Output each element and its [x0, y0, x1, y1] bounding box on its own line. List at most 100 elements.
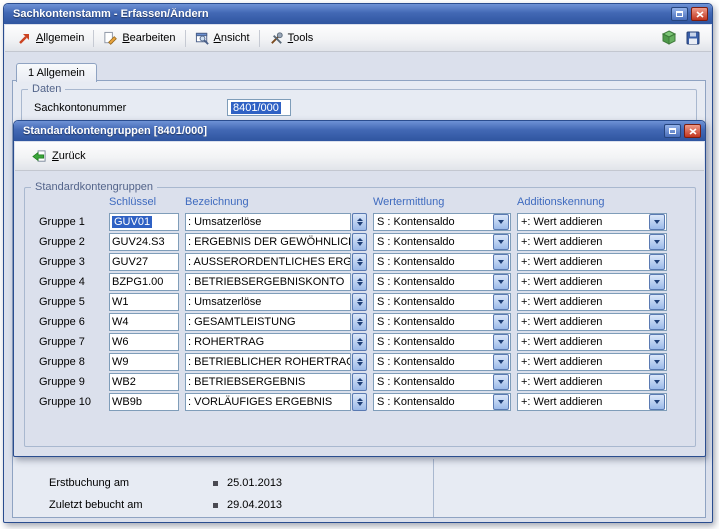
dropdown-button[interactable]: [493, 314, 509, 330]
dropdown-button[interactable]: [493, 374, 509, 390]
menu-tools[interactable]: Tools: [262, 28, 321, 49]
lookup-spin-button[interactable]: [352, 233, 367, 251]
additionskennung-text: +: Wert addieren: [518, 396, 649, 408]
bezeichnung-field[interactable]: : GESAMTLEISTUNG: [185, 313, 351, 331]
schluessel-input[interactable]: WB9b: [109, 393, 179, 411]
dropdown-button[interactable]: [649, 354, 665, 370]
wertermittlung-text: S : Kontensaldo: [374, 296, 493, 308]
tab-allgemein[interactable]: 1 Allgemein: [16, 63, 97, 82]
schluessel-input[interactable]: W9: [109, 353, 179, 371]
additionskennung-select[interactable]: +: Wert addieren: [517, 313, 667, 331]
additionskennung-select[interactable]: +: Wert addieren: [517, 213, 667, 231]
zurueck-button[interactable]: Zurück: [23, 146, 94, 167]
chevron-down-icon: [498, 240, 504, 244]
schluessel-input[interactable]: W1: [109, 293, 179, 311]
save-button[interactable]: [681, 27, 705, 49]
dropdown-button[interactable]: [493, 274, 509, 290]
kontengruppe-row: Gruppe 4 BZPG1.00 : BETRIEBSERGEBNISKONT…: [39, 273, 695, 291]
schluessel-input[interactable]: WB2: [109, 373, 179, 391]
package-button[interactable]: [657, 27, 681, 49]
dropdown-button[interactable]: [493, 354, 509, 370]
main-titlebar[interactable]: Sachkontenstamm - Erfassen/Ändern: [4, 4, 712, 24]
additionskennung-select[interactable]: +: Wert addieren: [517, 333, 667, 351]
bezeichnung-field[interactable]: : BETRIEBSERGEBNISKONTO: [185, 273, 351, 291]
bezeichnung-field[interactable]: : Umsatzerlöse: [185, 293, 351, 311]
schluessel-input[interactable]: GUV24.S3: [109, 233, 179, 251]
wertermittlung-select[interactable]: S : Kontensaldo: [373, 293, 511, 311]
additionskennung-select[interactable]: +: Wert addieren: [517, 373, 667, 391]
spin-up-icon: [357, 398, 363, 401]
menu-allgemein[interactable]: Allgemein: [11, 28, 91, 48]
lookup-spin-button[interactable]: [352, 353, 367, 371]
dropdown-button[interactable]: [649, 274, 665, 290]
lookup-spin-button[interactable]: [352, 393, 367, 411]
lookup-spin-button[interactable]: [352, 373, 367, 391]
dropdown-button[interactable]: [493, 254, 509, 270]
wertermittlung-select[interactable]: S : Kontensaldo: [373, 393, 511, 411]
wertermittlung-select[interactable]: S : Kontensaldo: [373, 273, 511, 291]
wertermittlung-select[interactable]: S : Kontensaldo: [373, 373, 511, 391]
wertermittlung-select[interactable]: S : Kontensaldo: [373, 313, 511, 331]
schluessel-input[interactable]: BZPG1.00: [109, 273, 179, 291]
dropdown-button[interactable]: [493, 394, 509, 410]
schluessel-input[interactable]: W6: [109, 333, 179, 351]
additionskennung-select[interactable]: +: Wert addieren: [517, 273, 667, 291]
wertermittlung-text: S : Kontensaldo: [374, 336, 493, 348]
wertermittlung-text: S : Kontensaldo: [374, 216, 493, 228]
wertermittlung-select[interactable]: S : Kontensaldo: [373, 233, 511, 251]
dropdown-button[interactable]: [649, 254, 665, 270]
kontengruppe-row: Gruppe 7 W6 : ROHERTRAG S : Kontensaldo …: [39, 333, 695, 351]
dialog-titlebar[interactable]: Standardkontengruppen [8401/000]: [14, 121, 705, 141]
bezeichnung-field[interactable]: : ERGEBNIS DER GEWÖHNLICHEN GES: [185, 233, 351, 251]
dialog-minimize-button[interactable]: [664, 124, 681, 138]
lookup-spin-button[interactable]: [352, 313, 367, 331]
close-button[interactable]: [691, 7, 708, 21]
schluessel-input[interactable]: W4: [109, 313, 179, 331]
erstbuchung-label: Erstbuchung am: [49, 477, 213, 489]
menu-ansicht[interactable]: Ansicht: [188, 28, 257, 49]
save-icon: [685, 30, 701, 46]
dropdown-button[interactable]: [649, 334, 665, 350]
lookup-spin-button[interactable]: [352, 253, 367, 271]
dropdown-button[interactable]: [649, 314, 665, 330]
schluessel-input[interactable]: GUV27: [109, 253, 179, 271]
lookup-spin-button[interactable]: [352, 273, 367, 291]
bezeichnung-field[interactable]: : BETRIEBLICHER ROHERTRAG: [185, 353, 351, 371]
gruppe-label: Gruppe 7: [39, 336, 103, 348]
additionskennung-select[interactable]: +: Wert addieren: [517, 393, 667, 411]
schluessel-input[interactable]: GUV01: [109, 213, 179, 231]
dropdown-button[interactable]: [649, 394, 665, 410]
lookup-spin-button[interactable]: [352, 293, 367, 311]
schluessel-text: WB9b: [112, 396, 142, 408]
additionskennung-select[interactable]: +: Wert addieren: [517, 353, 667, 371]
dropdown-button[interactable]: [493, 214, 509, 230]
minimize-button[interactable]: [671, 7, 688, 21]
dropdown-button[interactable]: [649, 234, 665, 250]
bezeichnung-field[interactable]: : BETRIEBSERGEBNIS: [185, 373, 351, 391]
wertermittlung-select[interactable]: S : Kontensaldo: [373, 253, 511, 271]
dropdown-button[interactable]: [493, 234, 509, 250]
dialog-close-button[interactable]: [684, 124, 701, 138]
sachkontonummer-input[interactable]: 8401/000: [227, 99, 291, 116]
wertermittlung-select[interactable]: S : Kontensaldo: [373, 213, 511, 231]
dropdown-button[interactable]: [649, 374, 665, 390]
dropdown-button[interactable]: [649, 214, 665, 230]
wertermittlung-select[interactable]: S : Kontensaldo: [373, 333, 511, 351]
lookup-spin-button[interactable]: [352, 333, 367, 351]
spin-down-icon: [357, 242, 363, 246]
bezeichnung-field[interactable]: : ROHERTRAG: [185, 333, 351, 351]
wertermittlung-select[interactable]: S : Kontensaldo: [373, 353, 511, 371]
additionskennung-select[interactable]: +: Wert addieren: [517, 233, 667, 251]
additionskennung-select[interactable]: +: Wert addieren: [517, 253, 667, 271]
bezeichnung-field[interactable]: : AUSSERORDENTLICHES ERGEBNIS: [185, 253, 351, 271]
bezeichnung-field[interactable]: : VORLÄUFIGES ERGEBNIS: [185, 393, 351, 411]
gruppe-label: Gruppe 8: [39, 356, 103, 368]
spin-up-icon: [357, 358, 363, 361]
dropdown-button[interactable]: [493, 294, 509, 310]
menu-bearbeiten[interactable]: Bearbeiten: [96, 28, 182, 49]
lookup-spin-button[interactable]: [352, 213, 367, 231]
bezeichnung-field[interactable]: : Umsatzerlöse: [185, 213, 351, 231]
additionskennung-select[interactable]: +: Wert addieren: [517, 293, 667, 311]
dropdown-button[interactable]: [493, 334, 509, 350]
dropdown-button[interactable]: [649, 294, 665, 310]
